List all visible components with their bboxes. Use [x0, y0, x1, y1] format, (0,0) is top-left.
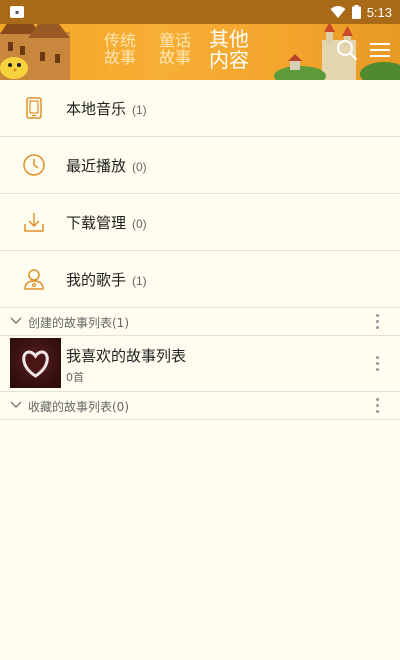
app-notification-icon: ▪: [10, 6, 24, 18]
search-icon[interactable]: [336, 39, 358, 61]
more-options-icon[interactable]: [376, 398, 380, 416]
menu-label: 下载管理: [66, 214, 127, 232]
menu-label-group: 下载管理 (0): [66, 212, 147, 233]
playlist-count: 0首: [66, 371, 84, 384]
menu-item-my-singers[interactable]: 我的歌手 (1): [0, 251, 400, 308]
menu-item-download-manager[interactable]: 下载管理 (0): [0, 194, 400, 251]
more-options-icon[interactable]: [376, 356, 380, 374]
clock: 5:13: [366, 4, 392, 20]
menu-label-group: 最近播放 (0): [66, 155, 147, 176]
chevron-down-icon: [10, 317, 22, 324]
tab-line-1: 童话: [159, 31, 192, 50]
status-icons: 5:13: [330, 5, 392, 20]
status-bar: ▪ 5:13: [0, 0, 400, 24]
tab-other-content[interactable]: 其他 内容: [209, 29, 249, 71]
menu-label: 最近播放: [66, 157, 127, 175]
playlist-cover: [10, 338, 61, 388]
download-icon: [24, 213, 44, 232]
battery-icon: [351, 5, 361, 19]
section-label: 创建的故事列表(1): [28, 316, 129, 330]
wifi-icon: [330, 6, 346, 18]
clock-icon: [23, 154, 45, 176]
menu-label: 本地音乐: [66, 100, 127, 118]
menu-label-group: 本地音乐 (1): [66, 98, 147, 119]
menu-count: (0): [132, 217, 147, 231]
phone-icon: [26, 97, 42, 119]
menu-count: (1): [132, 274, 147, 288]
menu-item-local-music[interactable]: 本地音乐 (1): [0, 80, 400, 137]
playlist-row[interactable]: 我喜欢的故事列表 0首: [0, 336, 400, 392]
header: 传统 故事 童话 故事 其他 内容: [0, 24, 400, 80]
menu-label: 我的歌手: [66, 271, 127, 289]
section-created-playlists[interactable]: 创建的故事列表(1): [0, 308, 400, 336]
tab-line-2: 故事: [159, 48, 192, 67]
menu-icon[interactable]: [370, 41, 390, 59]
tab-line-2: 内容: [209, 48, 249, 72]
tab-line-2: 故事: [104, 48, 137, 67]
menu-label-group: 我的歌手 (1): [66, 269, 147, 290]
menu-count: (1): [132, 103, 147, 117]
more-options-icon[interactable]: [376, 314, 380, 332]
menu-count: (0): [132, 160, 147, 174]
tab-line-1: 传统: [104, 31, 137, 50]
menu-item-recent-plays[interactable]: 最近播放 (0): [0, 137, 400, 194]
header-actions: [336, 39, 390, 61]
playlist-title: 我喜欢的故事列表: [66, 347, 187, 365]
singer-icon: [24, 269, 44, 290]
tab-fairy-tales[interactable]: 童话 故事: [159, 32, 191, 66]
chevron-down-icon: [10, 401, 22, 408]
tab-traditional-stories[interactable]: 传统 故事: [104, 32, 136, 66]
heart-icon: [22, 350, 49, 378]
section-label: 收藏的故事列表(0): [28, 400, 129, 414]
tab-line-1: 其他: [209, 27, 249, 51]
section-collected-playlists[interactable]: 收藏的故事列表(0): [0, 392, 400, 420]
